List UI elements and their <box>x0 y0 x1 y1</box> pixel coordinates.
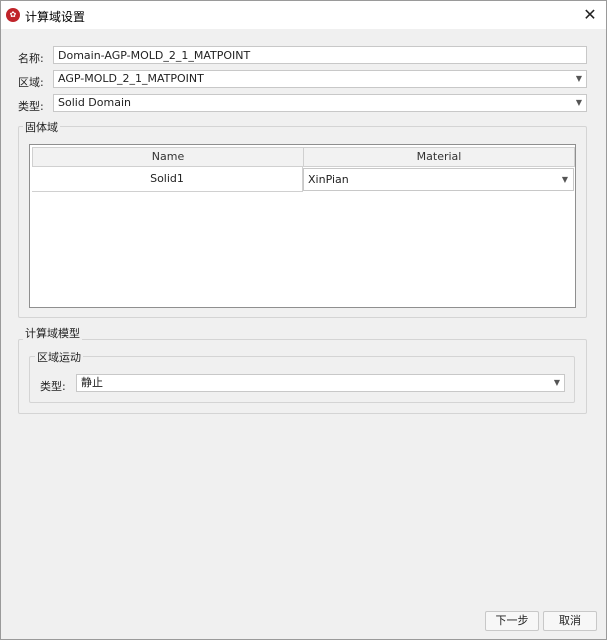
window-title: 计算域设置 <box>25 10 86 24</box>
material-value: XinPian <box>308 173 349 186</box>
region-label: 区域: <box>18 76 44 89</box>
title-bar: ✿ 计算域设置 ✕ <box>1 1 606 29</box>
domain-model-group-title: 计算域模型 <box>23 325 82 341</box>
region-dropdown[interactable]: AGP-MOLD_2_1_MATPOINT ▼ <box>53 70 587 88</box>
cancel-button[interactable]: 取消 <box>543 611 597 631</box>
app-logo-icon: ✿ <box>6 8 20 22</box>
region-motion-group-title: 区域运动 <box>35 349 83 365</box>
dialog-window: ✿ 计算域设置 ✕ 名称: 区域: AGP-MOLD_2_1_MATPOINT … <box>0 0 607 640</box>
solid-domain-table: Name Material Solid1 XinPian ▼ <box>29 144 576 308</box>
column-header-material[interactable]: Material <box>303 147 575 167</box>
solid-domain-group-title: 固体域 <box>23 119 60 135</box>
type-dropdown[interactable]: Solid Domain ▼ <box>53 94 587 112</box>
type-value: Solid Domain <box>58 96 131 109</box>
dialog-content: 名称: 区域: AGP-MOLD_2_1_MATPOINT ▼ 类型: Soli… <box>1 29 606 639</box>
chevron-down-icon: ▼ <box>575 74 582 83</box>
material-dropdown[interactable]: XinPian ▼ <box>303 168 574 191</box>
column-header-name[interactable]: Name <box>32 147 304 167</box>
name-input[interactable] <box>53 46 587 64</box>
chevron-down-icon: ▼ <box>575 98 582 107</box>
next-button[interactable]: 下一步 <box>485 611 539 631</box>
motion-type-label: 类型: <box>40 380 66 393</box>
motion-type-dropdown[interactable]: 静止 ▼ <box>76 374 565 392</box>
chevron-down-icon: ▼ <box>561 175 568 184</box>
table-cell-name[interactable]: Solid1 <box>32 167 303 192</box>
region-value: AGP-MOLD_2_1_MATPOINT <box>58 72 204 85</box>
close-icon[interactable]: ✕ <box>580 5 600 25</box>
motion-type-value: 静止 <box>81 376 103 389</box>
type-label: 类型: <box>18 100 44 113</box>
name-label: 名称: <box>18 52 44 65</box>
chevron-down-icon: ▼ <box>553 378 560 387</box>
